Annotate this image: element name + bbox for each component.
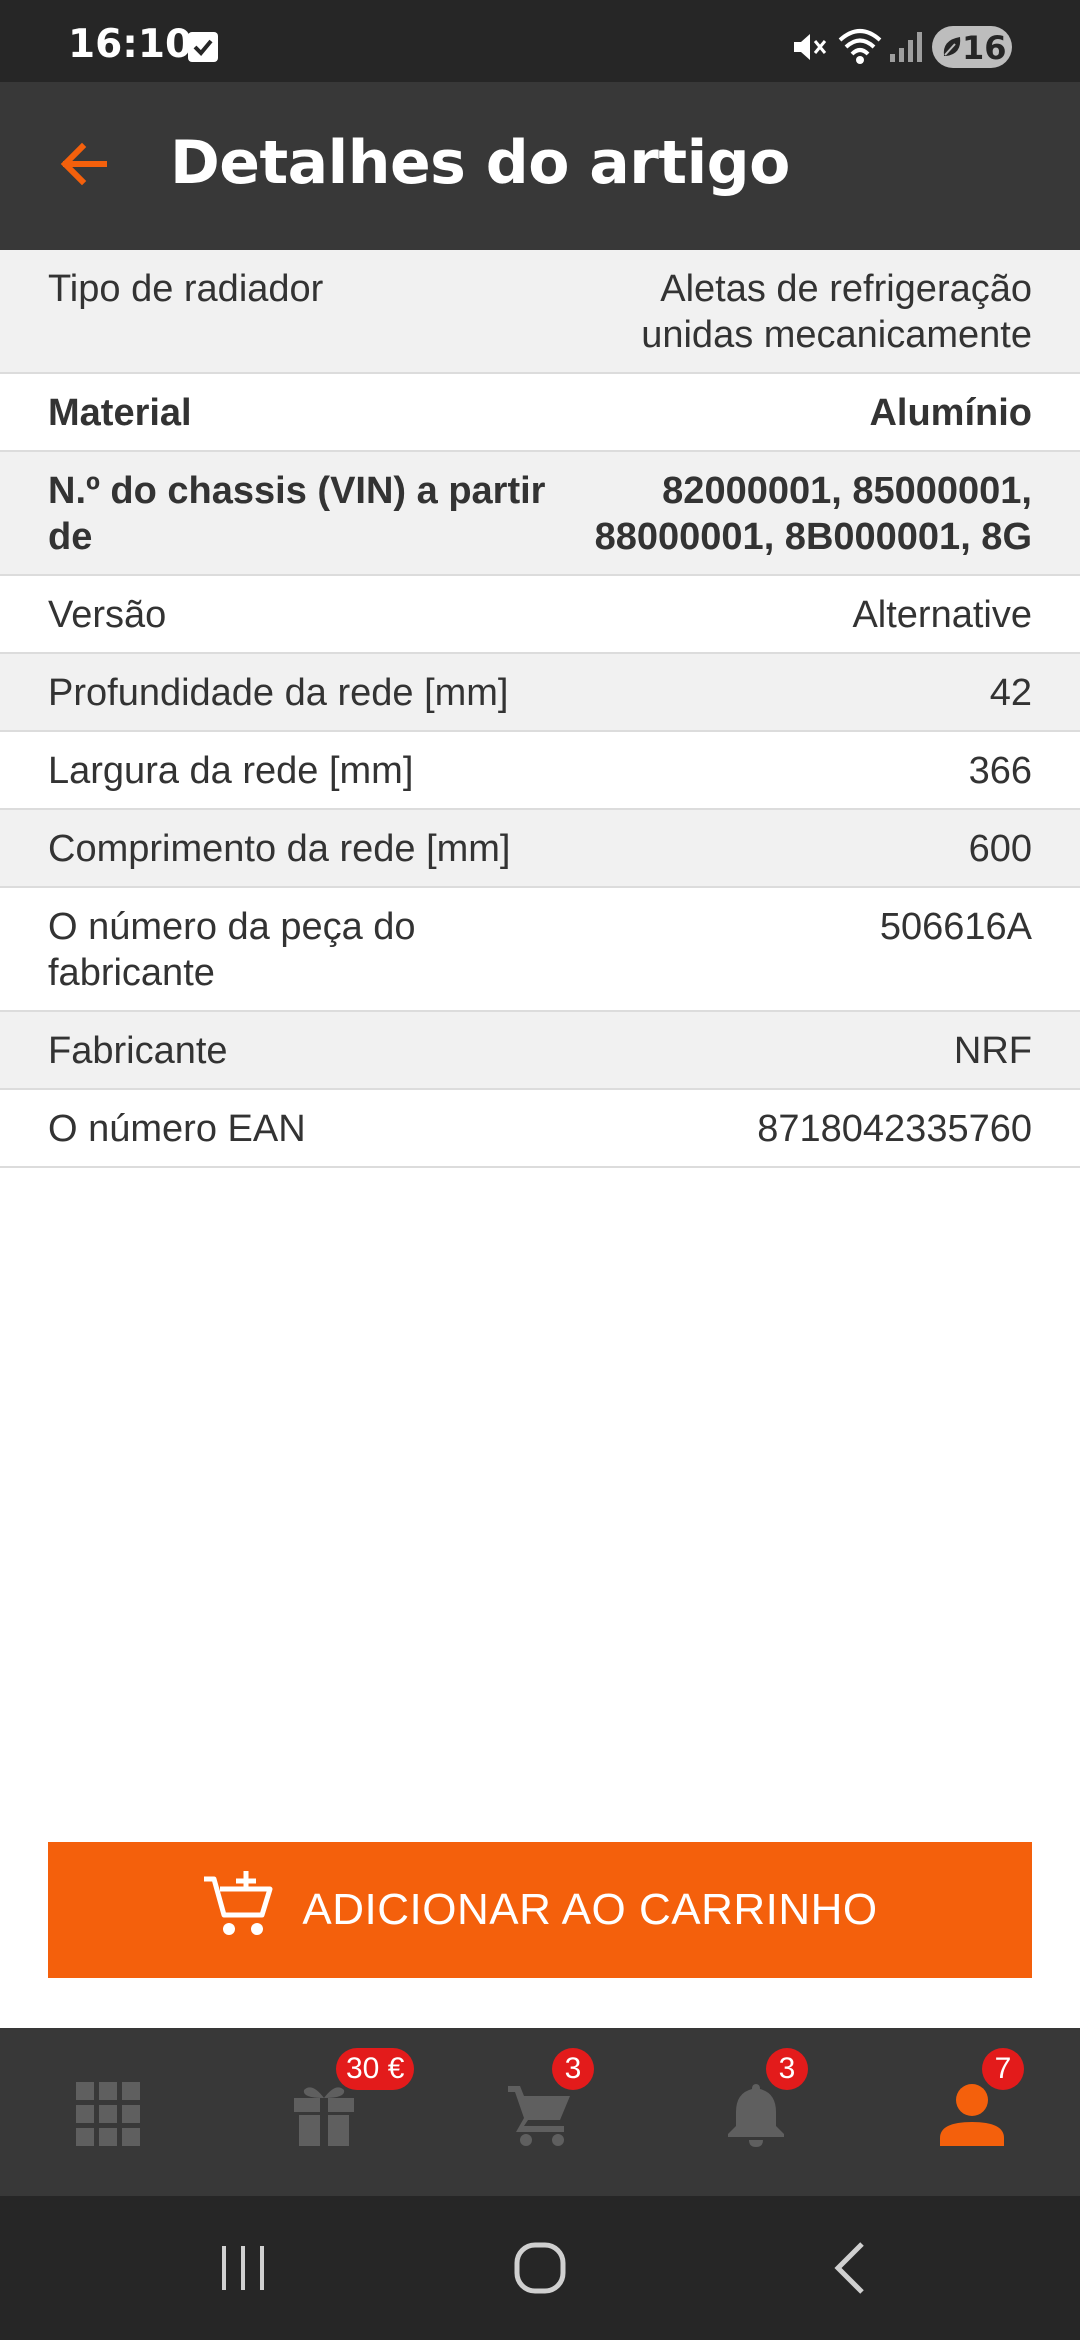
battery-saver-icon — [943, 37, 961, 56]
detail-row: Largura da rede [mm] 366 — [0, 732, 1080, 810]
detail-row: Fabricante NRF — [0, 1012, 1080, 1090]
arrow-left-icon[interactable] — [52, 132, 116, 196]
gift-badge: 30 € — [336, 2048, 415, 2090]
detail-value: 600 — [968, 828, 1032, 870]
detail-row: Material Alumínio — [0, 374, 1080, 452]
detail-label: Profundidade da rede [mm] — [48, 672, 509, 714]
detail-label: Comprimento da rede [mm] — [48, 828, 511, 870]
nav-item-notifications[interactable]: 3 — [648, 2028, 864, 2196]
checkbox-notification-icon — [188, 32, 218, 62]
add-to-cart-label: ADICIONAR AO CARRINHO — [302, 1885, 878, 1934]
mute-icon — [790, 28, 828, 71]
detail-label: Versão — [48, 594, 167, 636]
back-nav-icon[interactable] — [826, 2238, 876, 2303]
detail-value: Alumínio — [869, 392, 1032, 434]
detail-value: 506616A — [879, 906, 1032, 948]
detail-label: O número EAN — [48, 1108, 306, 1150]
nav-item-cart[interactable]: 3 — [432, 2028, 648, 2196]
home-icon[interactable] — [512, 2238, 572, 2303]
signal-icon — [888, 28, 924, 69]
battery-level: 16 — [962, 29, 1007, 67]
detail-label: Largura da rede [mm] — [48, 750, 414, 792]
page-title: Detalhes do artigo — [170, 128, 790, 198]
detail-row: Versão Alternative — [0, 576, 1080, 654]
nav-item-menu[interactable] — [0, 2028, 216, 2196]
detail-label: Fabricante — [48, 1030, 228, 1072]
wifi-icon — [838, 26, 882, 71]
detail-label: N.º do chassis (VIN) a partir de — [48, 470, 546, 558]
status-bar: 16:10 16 — [0, 0, 1080, 82]
detail-label: Material — [48, 392, 192, 434]
add-to-cart-button[interactable]: ADICIONAR AO CARRINHO — [48, 1842, 1032, 1978]
nav-item-gifts[interactable]: 30 € — [216, 2028, 432, 2196]
details-list: Tipo de radiador Aletas de refrigeração … — [0, 250, 1080, 1168]
screen: 16:10 16 Detalhes do artigo Tipo de radi… — [0, 0, 1080, 2340]
detail-value: 366 — [968, 750, 1032, 792]
cart-icon — [506, 2080, 574, 2153]
detail-value: Alternative — [852, 594, 1032, 636]
detail-row: O número EAN 8718042335760 — [0, 1090, 1080, 1168]
nav-item-account[interactable]: 7 — [864, 2028, 1080, 2196]
cart-plus-icon — [202, 1869, 278, 1952]
detail-row: N.º do chassis (VIN) a partir de 8200000… — [0, 452, 1080, 576]
cart-badge: 3 — [552, 2048, 594, 2090]
detail-row: Comprimento da rede [mm] 600 — [0, 810, 1080, 888]
bottom-nav: 30 € 3 3 7 — [0, 2028, 1080, 2196]
app-bar: Detalhes do artigo — [0, 82, 1080, 250]
detail-row: Tipo de radiador Aletas de refrigeração … — [0, 250, 1080, 374]
detail-value: Aletas de refrigeração unidas mecanicame… — [641, 268, 1032, 356]
battery-indicator: 16 — [932, 26, 1012, 68]
notifications-badge: 3 — [766, 2048, 808, 2090]
detail-value: 8718042335760 — [757, 1108, 1032, 1150]
status-time: 16:10 — [68, 22, 193, 67]
detail-value: 82000001, 85000001, 88000001, 8B000001, … — [594, 470, 1032, 558]
detail-row: O número da peça do fabricante 506616A — [0, 888, 1080, 1012]
detail-label: Tipo de radiador — [48, 268, 324, 310]
user-icon — [938, 2080, 1006, 2153]
account-badge: 7 — [982, 2048, 1024, 2090]
detail-value: 42 — [989, 672, 1032, 714]
detail-value: NRF — [953, 1030, 1032, 1072]
system-nav-bar — [0, 2196, 1080, 2340]
gift-icon — [290, 2080, 358, 2153]
detail-label: O número da peça do fabricante — [48, 906, 416, 994]
recent-apps-icon[interactable] — [218, 2238, 268, 2303]
detail-row: Profundidade da rede [mm] 42 — [0, 654, 1080, 732]
grid-icon — [74, 2080, 142, 2153]
bell-icon — [722, 2080, 790, 2153]
